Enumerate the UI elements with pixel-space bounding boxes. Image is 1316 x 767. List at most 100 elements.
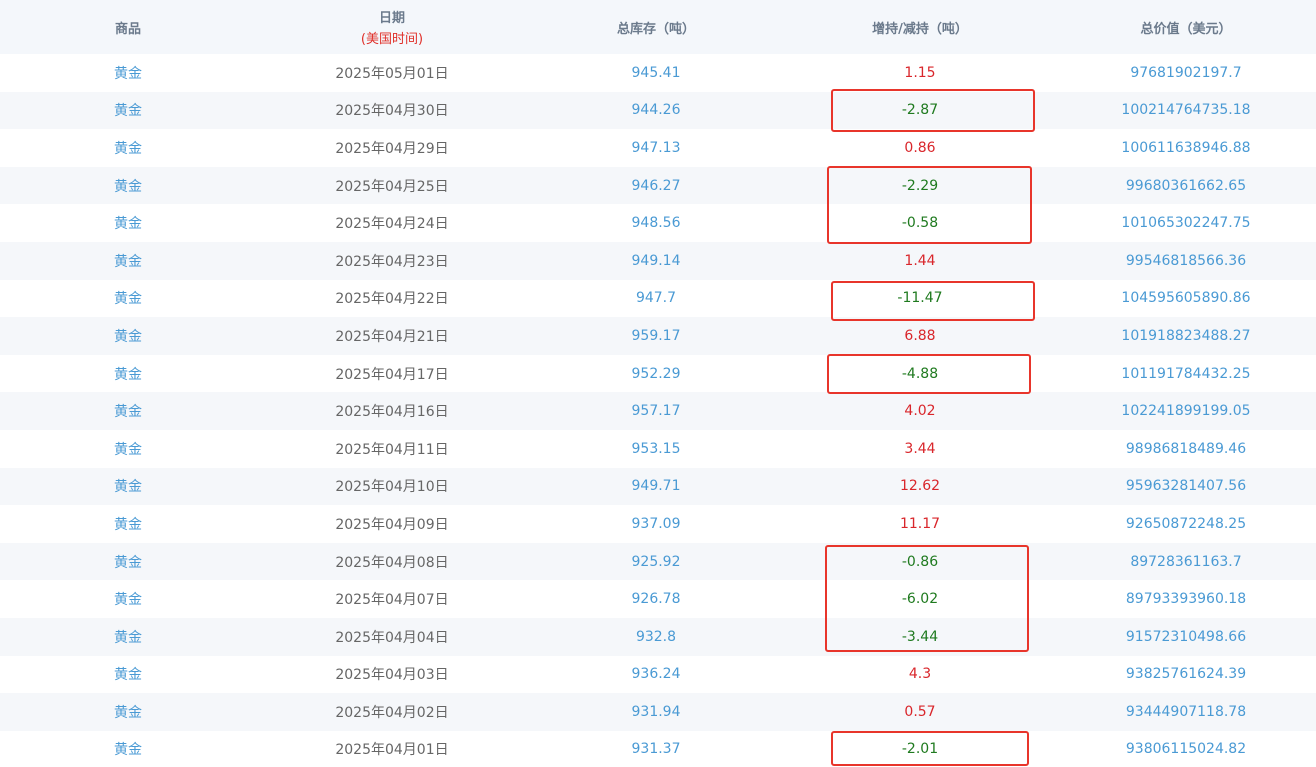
date-cell: 2025年04月25日 bbox=[335, 178, 449, 195]
total-value-cell: 104595605890.86 bbox=[1121, 290, 1251, 307]
product-link[interactable]: 黄金 bbox=[0, 92, 256, 130]
date-cell: 2025年04月21日 bbox=[335, 328, 449, 345]
table-row: 黄金 2025年04月21日 959.17 6.88 101918823488.27 bbox=[0, 317, 1316, 355]
product-link[interactable]: 黄金 bbox=[0, 167, 256, 205]
product-link[interactable]: 黄金 bbox=[0, 355, 256, 393]
date-cell: 2025年04月04日 bbox=[335, 629, 449, 646]
gold-holdings-table: 商品 日期 (美国时间) 总库存（吨） 增持/减持（吨） 总价值（美元） 黄金 2… bbox=[0, 0, 1316, 767]
date-cell: 2025年04月07日 bbox=[335, 592, 449, 609]
date-cell: 2025年04月22日 bbox=[335, 291, 449, 308]
change-cell: -2.29 bbox=[901, 177, 939, 194]
total-holdings-cell: 957.17 bbox=[631, 403, 681, 420]
date-cell: 2025年04月02日 bbox=[335, 704, 449, 721]
change-cell: 4.02 bbox=[904, 403, 936, 420]
date-cell: 2025年04月16日 bbox=[335, 404, 449, 421]
table-row: 黄金 2025年04月25日 946.27 -2.29 99680361662.65 bbox=[0, 166, 1316, 205]
gold-holdings-table-container: 商品 日期 (美国时间) 总库存（吨） 增持/减持（吨） 总价值（美元） 黄金 2… bbox=[0, 0, 1316, 767]
date-cell: 2025年04月23日 bbox=[335, 253, 449, 270]
header-total-value: 总价值（美元） bbox=[1140, 21, 1232, 37]
date-cell: 2025年04月10日 bbox=[335, 479, 449, 496]
total-value-cell: 98986818489.46 bbox=[1125, 440, 1247, 457]
total-holdings-cell: 937.09 bbox=[631, 515, 681, 532]
total-holdings-cell: 931.94 bbox=[631, 703, 681, 720]
total-holdings-cell: 944.26 bbox=[631, 102, 681, 119]
product-link[interactable]: 黄金 bbox=[0, 129, 256, 167]
total-holdings-cell: 953.15 bbox=[631, 440, 681, 457]
product-link[interactable]: 黄金 bbox=[0, 693, 256, 731]
date-cell: 2025年04月24日 bbox=[335, 216, 449, 233]
table-row: 黄金 2025年04月09日 937.09 11.17 92650872248.25 bbox=[0, 505, 1316, 543]
product-link[interactable]: 黄金 bbox=[0, 54, 256, 92]
product-link[interactable]: 黄金 bbox=[0, 656, 256, 694]
product-link[interactable]: 黄金 bbox=[0, 280, 256, 318]
total-holdings-cell: 949.14 bbox=[631, 252, 681, 269]
product-link[interactable]: 黄金 bbox=[0, 317, 256, 355]
total-value-cell: 102241899199.05 bbox=[1121, 403, 1251, 420]
product-link[interactable]: 黄金 bbox=[0, 618, 256, 656]
header-total-holdings: 总库存（吨） bbox=[616, 21, 695, 37]
header-date-label: 日期 bbox=[378, 11, 405, 26]
table-row: 黄金 2025年04月29日 947.13 0.86 100611638946.88 bbox=[0, 129, 1316, 167]
total-holdings-cell: 947.7 bbox=[635, 290, 677, 307]
table-row: 黄金 2025年04月11日 953.15 3.44 98986818489.46 bbox=[0, 430, 1316, 468]
total-value-cell: 91572310498.66 bbox=[1125, 628, 1247, 645]
date-cell: 2025年04月08日 bbox=[335, 554, 449, 571]
table-row: 黄金 2025年04月23日 949.14 1.44 99546818566.36 bbox=[0, 241, 1316, 280]
table-row: 黄金 2025年04月02日 931.94 0.57 93444907118.78 bbox=[0, 693, 1316, 731]
header-product: 商品 bbox=[114, 21, 141, 37]
change-cell: -6.02 bbox=[901, 591, 939, 608]
change-cell: -2.01 bbox=[901, 741, 939, 758]
product-link[interactable]: 黄金 bbox=[0, 242, 256, 280]
product-link[interactable]: 黄金 bbox=[0, 430, 256, 468]
total-holdings-cell: 952.29 bbox=[631, 365, 681, 382]
total-holdings-cell: 948.56 bbox=[631, 215, 681, 232]
total-value-cell: 101191784432.25 bbox=[1121, 365, 1251, 382]
table-row: 黄金 2025年04月22日 947.7 -11.47 104595605890.86 bbox=[0, 280, 1316, 318]
table-row: 黄金 2025年04月16日 957.17 4.02 102241899199.05 bbox=[0, 392, 1316, 430]
total-value-cell: 89793393960.18 bbox=[1125, 591, 1247, 608]
total-holdings-cell: 959.17 bbox=[631, 327, 681, 344]
change-cell: 1.15 bbox=[904, 64, 936, 81]
date-cell: 2025年04月09日 bbox=[335, 516, 449, 533]
product-link[interactable]: 黄金 bbox=[0, 505, 256, 543]
product-link[interactable]: 黄金 bbox=[0, 731, 256, 767]
change-cell: 11.17 bbox=[899, 515, 941, 532]
total-value-cell: 93444907118.78 bbox=[1125, 703, 1247, 720]
change-cell: -2.87 bbox=[901, 102, 939, 119]
date-cell: 2025年04月03日 bbox=[335, 667, 449, 684]
total-value-cell: 93806115024.82 bbox=[1125, 741, 1247, 758]
total-holdings-cell: 946.27 bbox=[631, 177, 681, 194]
product-link[interactable]: 黄金 bbox=[0, 468, 256, 506]
table-row: 黄金 2025年04月24日 948.56 -0.58 101065302247.75 bbox=[0, 204, 1316, 242]
table-row: 黄金 2025年04月08日 925.92 -0.86 89728361163.7 bbox=[0, 542, 1316, 581]
total-value-cell: 92650872248.25 bbox=[1125, 515, 1247, 532]
change-cell: -0.58 bbox=[901, 215, 939, 232]
product-link[interactable]: 黄金 bbox=[0, 580, 256, 618]
total-holdings-cell: 936.24 bbox=[631, 666, 681, 683]
total-holdings-cell: 949.71 bbox=[631, 478, 681, 495]
change-cell: -11.47 bbox=[897, 290, 943, 307]
change-cell: -3.44 bbox=[901, 628, 939, 645]
change-cell: 12.62 bbox=[899, 478, 941, 495]
table-row: 黄金 2025年04月03日 936.24 4.3 93825761624.39 bbox=[0, 656, 1316, 694]
total-value-cell: 100214764735.18 bbox=[1121, 102, 1251, 119]
product-link[interactable]: 黄金 bbox=[0, 392, 256, 430]
product-link[interactable]: 黄金 bbox=[0, 543, 256, 581]
change-cell: -0.86 bbox=[901, 553, 939, 570]
table-row: 黄金 2025年04月17日 952.29 -4.88 101191784432.25 bbox=[0, 355, 1316, 393]
total-value-cell: 99680361662.65 bbox=[1125, 177, 1247, 194]
total-value-cell: 101918823488.27 bbox=[1121, 327, 1251, 344]
date-cell: 2025年04月30日 bbox=[335, 103, 449, 120]
date-cell: 2025年04月11日 bbox=[335, 441, 449, 458]
date-cell: 2025年04月17日 bbox=[335, 366, 449, 383]
change-cell: 0.57 bbox=[904, 703, 936, 720]
date-cell: 2025年04月01日 bbox=[335, 742, 449, 759]
total-value-cell: 100611638946.88 bbox=[1121, 139, 1251, 156]
change-cell: 0.86 bbox=[904, 139, 936, 156]
table-row: 黄金 2025年04月07日 926.78 -6.02 89793393960.18 bbox=[0, 580, 1316, 618]
table-row: 黄金 2025年05月01日 945.41 1.15 97681902197.7 bbox=[0, 54, 1316, 92]
header-date-note: (美国时间) bbox=[360, 32, 424, 47]
date-cell: 2025年05月01日 bbox=[335, 65, 449, 82]
table-header: 商品 日期 (美国时间) 总库存（吨） 增持/减持（吨） 总价值（美元） bbox=[0, 0, 1316, 54]
product-link[interactable]: 黄金 bbox=[0, 204, 256, 242]
